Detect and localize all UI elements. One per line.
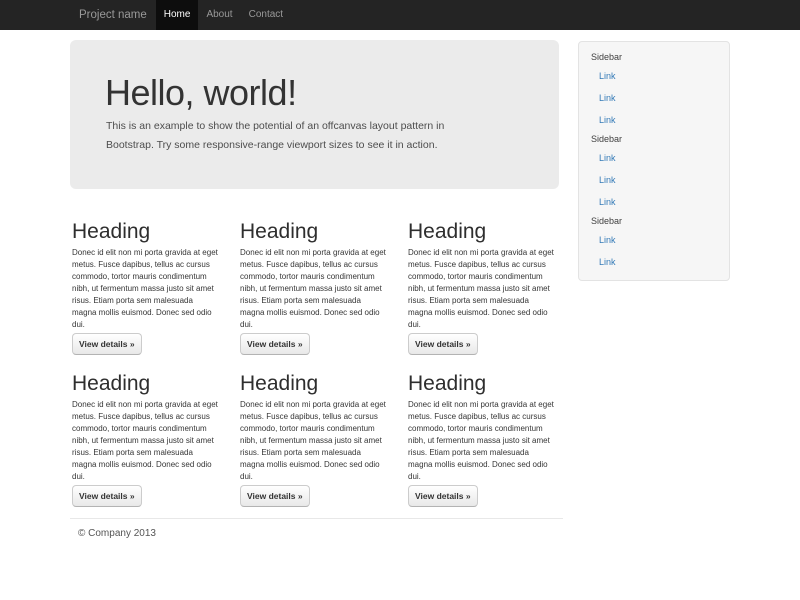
jumbotron-description: This is an example to show the potential… xyxy=(106,117,523,155)
nav-item-home[interactable]: Home xyxy=(156,0,199,30)
sidebar-link[interactable]: Link xyxy=(579,109,729,131)
cards-row-2: Heading Donec id elit non mi porta gravi… xyxy=(70,372,563,507)
card-heading: Heading xyxy=(240,220,395,243)
copyright-text: © Company 2013 xyxy=(78,527,563,541)
card-heading: Heading xyxy=(72,372,227,395)
sidebar-link[interactable]: Link xyxy=(579,65,729,87)
sidebar-link[interactable]: Link xyxy=(579,191,729,213)
sidebar-column: Sidebar Link Link Link Sidebar Link Link… xyxy=(578,41,730,281)
sidebar-well: Sidebar Link Link Link Sidebar Link Link… xyxy=(578,41,730,281)
sidebar-group-heading: Sidebar xyxy=(579,131,729,147)
view-details-button[interactable]: View details » xyxy=(240,333,310,355)
sidebar-link[interactable]: Link xyxy=(579,147,729,169)
card: Heading Donec id elit non mi porta gravi… xyxy=(408,220,563,355)
brand-link[interactable]: Project name xyxy=(70,0,156,30)
sidebar-link[interactable]: Link xyxy=(579,251,729,273)
footer: © Company 2013 xyxy=(70,518,563,541)
card-body-text: Donec id elit non mi porta gravida at eg… xyxy=(72,399,227,483)
card-body-text: Donec id elit non mi porta gravida at eg… xyxy=(240,247,395,331)
card: Heading Donec id elit non mi porta gravi… xyxy=(72,220,227,355)
nav-item-about[interactable]: About xyxy=(198,0,240,30)
nav-item-contact[interactable]: Contact xyxy=(241,0,291,30)
view-details-button[interactable]: View details » xyxy=(408,485,478,507)
card-body-text: Donec id elit non mi porta gravida at eg… xyxy=(408,399,563,483)
view-details-button[interactable]: View details » xyxy=(240,485,310,507)
page-title: Hello, world! xyxy=(105,74,523,112)
page-container: Hello, world! This is an example to show… xyxy=(70,30,730,541)
card-body-text: Donec id elit non mi porta gravida at eg… xyxy=(408,247,563,331)
navbar-inner: Project name Home About Contact xyxy=(70,0,730,30)
card-body-text: Donec id elit non mi porta gravida at eg… xyxy=(240,399,395,483)
cards-row-1: Heading Donec id elit non mi porta gravi… xyxy=(70,220,563,355)
sidebar-link[interactable]: Link xyxy=(579,87,729,109)
card: Heading Donec id elit non mi porta gravi… xyxy=(240,220,395,355)
sidebar-group-heading: Sidebar xyxy=(579,49,729,65)
view-details-button[interactable]: View details » xyxy=(72,485,142,507)
sidebar-link[interactable]: Link xyxy=(579,229,729,251)
card-body-text: Donec id elit non mi porta gravida at eg… xyxy=(72,247,227,331)
content-column: Hello, world! This is an example to show… xyxy=(70,30,563,541)
sidebar-group-heading: Sidebar xyxy=(579,213,729,229)
card: Heading Donec id elit non mi porta gravi… xyxy=(240,372,395,507)
card: Heading Donec id elit non mi porta gravi… xyxy=(408,372,563,507)
card: Heading Donec id elit non mi porta gravi… xyxy=(72,372,227,507)
view-details-button[interactable]: View details » xyxy=(408,333,478,355)
card-heading: Heading xyxy=(408,220,563,243)
jumbotron: Hello, world! This is an example to show… xyxy=(70,40,559,189)
view-details-button[interactable]: View details » xyxy=(72,333,142,355)
card-heading: Heading xyxy=(72,220,227,243)
main-row: Hello, world! This is an example to show… xyxy=(70,30,730,541)
card-heading: Heading xyxy=(408,372,563,395)
card-heading: Heading xyxy=(240,372,395,395)
sidebar-link[interactable]: Link xyxy=(579,169,729,191)
navbar: Project name Home About Contact xyxy=(0,0,800,30)
